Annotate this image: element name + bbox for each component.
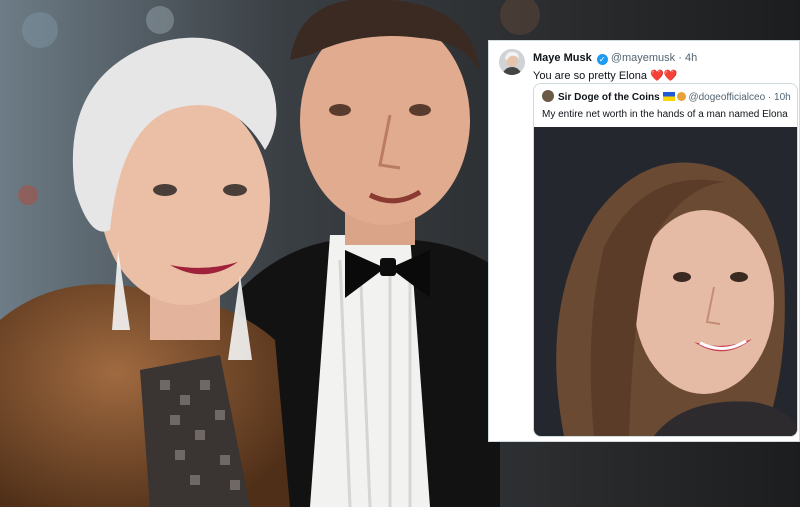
avatar[interactable]	[499, 49, 525, 75]
quoted-photo	[534, 127, 797, 436]
verified-badge-icon: ✓	[596, 54, 608, 65]
quoted-author-line: Sir Doge of the Coins @dogeofficialceo ·…	[542, 90, 791, 106]
tweet-card[interactable]: Maye Musk ✓ @mayemusk · 4h You are so pr…	[488, 40, 800, 442]
quoted-tweet[interactable]: Sir Doge of the Coins @dogeofficialceo ·…	[533, 83, 798, 437]
quoted-tweet-image[interactable]	[534, 127, 797, 436]
ukraine-flag-icon	[662, 92, 675, 101]
quoted-tweet-text: My entire net worth in the hands of a ma…	[542, 109, 788, 120]
quoted-avatar[interactable]	[542, 90, 554, 102]
author-line: Maye Musk ✓ @mayemusk · 4h	[533, 51, 697, 65]
quoted-author-handle[interactable]: @dogeofficialceo	[688, 92, 765, 103]
quoted-separator: ·	[767, 92, 772, 103]
author-handle[interactable]: @mayemusk	[611, 52, 675, 64]
author-name[interactable]: Maye Musk	[533, 52, 592, 64]
tweet-text: You are so pretty Elona ❤️❤️	[533, 70, 678, 82]
avatar-image	[499, 49, 525, 75]
quoted-timestamp[interactable]: 10h	[774, 92, 791, 103]
separator: ·	[678, 52, 682, 64]
timestamp[interactable]: 4h	[685, 52, 697, 64]
quoted-author-name[interactable]: Sir Doge of the Coins	[558, 92, 660, 103]
doge-emoji-icon	[676, 92, 686, 101]
